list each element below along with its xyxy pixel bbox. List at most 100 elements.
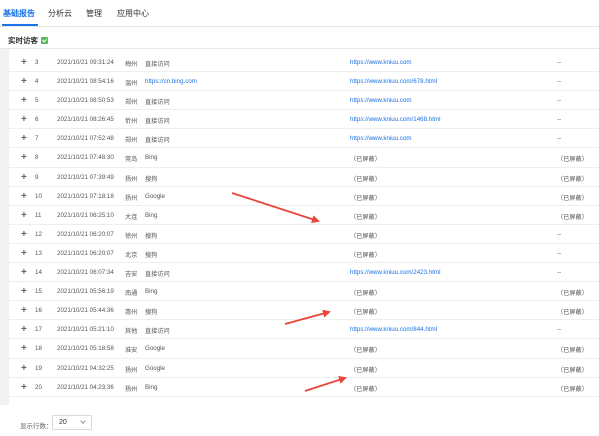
landing-page[interactable]: https://www.kniuu.com/678.html [350, 78, 437, 85]
visitor-city: 莞岛 [125, 156, 138, 164]
expand-row-plus-icon[interactable]: + [21, 210, 27, 221]
table-footer: 显示行数： 20 [0, 406, 599, 436]
traffic-source: 直接访问 [145, 328, 170, 336]
row-index: 17 [35, 326, 42, 334]
expand-row-plus-icon[interactable]: + [21, 363, 27, 374]
top-navigation: 基础报告 分析云 管理 应用中心 [0, 0, 599, 27]
section-header: 实时访客 [8, 35, 48, 46]
visit-time: 2021/10/21 06:20:07 [57, 249, 114, 257]
landing-page[interactable]: https://www.kniuu.com [350, 97, 412, 104]
visit-time: 2021/10/21 05:44:36 [57, 307, 114, 315]
table-row: +4 2021/10/21 08:54:16 温州 https://cn.bing.c… [9, 72, 599, 92]
table-row: +11 2021/10/21 06:25:10 大连 Bing （已屏蔽） （已屏蔽） [9, 206, 599, 225]
expand-row-plus-icon[interactable]: + [21, 172, 27, 183]
visit-time: 2021/10/21 07:39:49 [57, 173, 114, 181]
landing-page[interactable]: https://www.kniuu.com/844.html [350, 326, 437, 333]
landing-page[interactable]: https://www.kniuu.com [350, 59, 412, 66]
expand-row-plus-icon[interactable]: + [21, 382, 27, 393]
table-row: +20 2021/10/21 04:23:36 扬州 Bing （已屏蔽） （已屏蔽） [9, 378, 599, 397]
visitor-city: 徐州 [125, 232, 138, 240]
expand-row-plus-icon[interactable]: + [21, 248, 27, 259]
visit-time: 2021/10/21 05:21:10 [57, 326, 114, 334]
landing-page: （已屏蔽） [350, 194, 381, 202]
row-index: 8 [35, 154, 39, 162]
visit-time: 2021/10/21 05:18:58 [57, 345, 114, 353]
expand-row-plus-icon[interactable]: + [21, 324, 27, 335]
chevron-down-icon [80, 418, 86, 424]
visitor-city: 郑州 [125, 137, 138, 145]
table-row: +7 2021/10/21 07:52:48 郑州 直接访问 https://www.k… [9, 129, 599, 149]
visitor-city: 梅州 [125, 61, 138, 68]
table-row: +9 2021/10/21 07:39:49 扬州 搜狗 （已屏蔽） （已屏蔽） [9, 168, 599, 187]
landing-page[interactable]: https://www.kniuu.com/1468.html [350, 116, 440, 123]
visit-time: 2021/10/21 09:31:24 [57, 59, 114, 66]
landing-page: （已屏蔽） [350, 232, 381, 240]
traffic-source: 直接访问 [145, 137, 170, 145]
expand-row-plus-icon[interactable]: + [21, 191, 27, 202]
visit-time: 2021/10/21 07:18:18 [57, 192, 114, 200]
search-keyword: -- [557, 269, 562, 277]
traffic-source: 直接访问 [145, 99, 170, 107]
traffic-source: 搜狗 [145, 175, 158, 183]
search-keyword: （已屏蔽） [557, 194, 588, 202]
row-index: 12 [35, 230, 42, 238]
landing-page[interactable]: https://www.kniuu.com/2423.html [350, 269, 440, 276]
tab-manage[interactable]: 管理 [86, 8, 102, 19]
table-row: +16 2021/10/21 05:44:36 惠州 搜狗 （已屏蔽） （已屏蔽） [9, 301, 599, 321]
traffic-source: Google [145, 345, 165, 353]
expand-row-plus-icon[interactable]: + [21, 305, 27, 316]
landing-page: （已屏蔽） [350, 290, 381, 298]
row-index: 4 [35, 78, 39, 86]
table-row: +12 2021/10/21 06:20:07 徐州 搜狗 （已屏蔽） -- [9, 225, 599, 244]
landing-page: （已屏蔽） [350, 156, 381, 164]
expand-row-plus-icon[interactable]: + [21, 343, 27, 354]
visitor-city: 扬州 [125, 385, 138, 393]
row-index: 7 [35, 135, 39, 143]
search-keyword: -- [557, 78, 562, 86]
rows-per-page-select[interactable]: 20 [52, 415, 92, 430]
expand-row-plus-icon[interactable]: + [21, 267, 27, 278]
visit-time: 2021/10/21 08:54:16 [57, 78, 114, 86]
visitor-city: 大连 [125, 213, 138, 221]
rows-per-page-value: 20 [59, 419, 67, 426]
row-index: 13 [35, 249, 42, 257]
landing-page[interactable]: https://www.kniuu.com [350, 135, 412, 142]
expand-row-plus-icon[interactable]: + [21, 76, 27, 87]
traffic-source: Google [145, 192, 165, 200]
expand-row-plus-icon[interactable]: + [21, 286, 27, 297]
expand-row-plus-icon[interactable]: + [21, 133, 27, 144]
expand-row-plus-icon[interactable]: + [21, 152, 27, 163]
visitor-city: 惠州 [125, 309, 138, 317]
visitor-city: 其他 [125, 328, 138, 336]
expand-row-plus-icon[interactable]: + [21, 95, 27, 106]
rows-per-page-label: 显示行数： [20, 423, 53, 430]
tab-app-center[interactable]: 应用中心 [117, 8, 149, 19]
search-keyword: （已屏蔽） [557, 213, 588, 221]
visitor-city: 扬州 [125, 366, 138, 374]
row-index: 5 [35, 97, 39, 105]
tab-basic-report[interactable]: 基础报告 [3, 8, 35, 19]
table-row: +19 2021/10/21 04:32:25 扬州 Google （已屏蔽） （已屏蔽） [9, 359, 599, 378]
landing-page: （已屏蔽） [350, 251, 381, 259]
search-keyword: （已屏蔽） [557, 156, 588, 164]
visitor-city: 南通 [125, 290, 138, 298]
left-gutter [0, 49, 9, 405]
visitor-city: 温州 [125, 80, 138, 88]
visit-time: 2021/10/21 06:20:07 [57, 230, 114, 238]
expand-row-plus-icon[interactable]: + [21, 114, 27, 125]
expand-row-plus-icon[interactable]: + [21, 229, 27, 240]
divider [0, 48, 599, 49]
search-keyword: （已屏蔽） [557, 309, 588, 317]
traffic-source[interactable]: https://cn.bing.com [145, 78, 197, 85]
tab-analytics-cloud[interactable]: 分析云 [48, 8, 72, 19]
expand-row-plus-icon[interactable]: + [21, 57, 27, 68]
table-row: +18 2021/10/21 05:18:58 淮安 Google （已屏蔽） （已屏蔽） [9, 339, 599, 359]
row-index: 14 [35, 269, 42, 277]
traffic-source: Bing [145, 288, 158, 296]
traffic-source: Bing [145, 383, 158, 391]
table-row: +17 2021/10/21 05:21:10 其他 直接访问 https://www.… [9, 320, 599, 340]
search-keyword: （已屏蔽） [557, 366, 588, 374]
check-badge-icon [41, 37, 48, 44]
visit-time: 2021/10/21 08:26:45 [57, 116, 114, 124]
row-index: 3 [35, 59, 39, 66]
